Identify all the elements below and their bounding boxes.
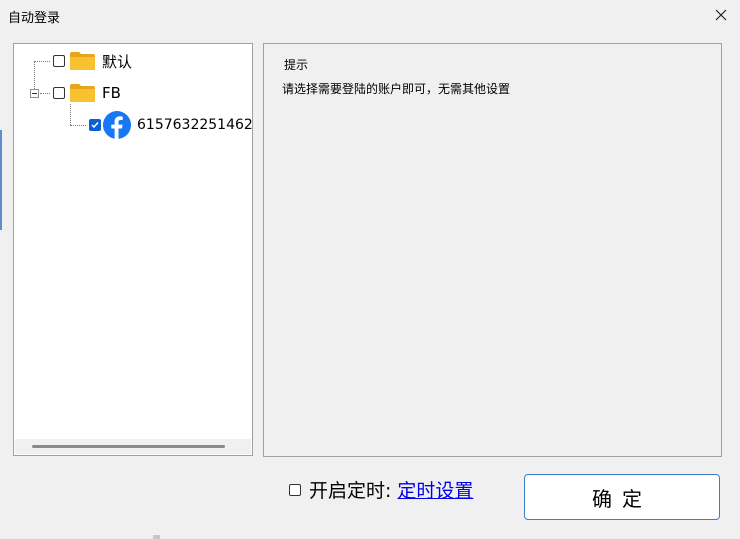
ok-button[interactable]: 确定 [524,474,720,520]
tree-expander[interactable] [30,89,39,98]
timer-label: 开启定时: [309,480,392,502]
window-edge [0,130,2,230]
resize-mark [153,535,160,539]
panel-description: 请选择需要登陆的账户即可，无需其他设置 [282,82,511,96]
check-icon [91,122,99,129]
tree-checkbox[interactable] [89,119,101,131]
tree-node-label: 默认 [102,52,133,71]
close-icon [715,9,727,21]
account-tree[interactable]: 默认 FB 61576322514622 [13,43,253,456]
tree-node-default[interactable]: 默认 [53,49,132,73]
tree-line [70,104,71,125]
tree-line [34,61,50,62]
scrollbar-thumb[interactable] [32,445,225,448]
tree-node-account[interactable]: 61576322514622 [89,111,253,139]
panel-title: 提示 [284,58,309,72]
tree-checkbox[interactable] [53,87,65,99]
tree-node-label: 61576322514622 [137,117,253,133]
close-button[interactable] [708,2,734,28]
folder-icon [70,84,95,102]
folder-icon [70,52,95,70]
info-panel: 提示 请选择需要登陆的账户即可，无需其他设置 [263,43,722,457]
horizontal-scrollbar[interactable] [15,439,251,454]
timer-option: 开启定时: 定时设置 [289,476,473,503]
tree-line [70,125,86,126]
tree-checkbox[interactable] [53,55,65,67]
tree-node-fb[interactable]: FB [53,81,121,105]
tree-line [40,93,50,94]
window-title: 自动登录 [8,11,61,26]
facebook-icon [103,111,131,139]
title-bar: 自动登录 [0,0,740,30]
timer-settings-link[interactable]: 定时设置 [397,476,473,503]
tree-node-label: FB [102,84,121,102]
timer-checkbox[interactable] [289,483,301,496]
